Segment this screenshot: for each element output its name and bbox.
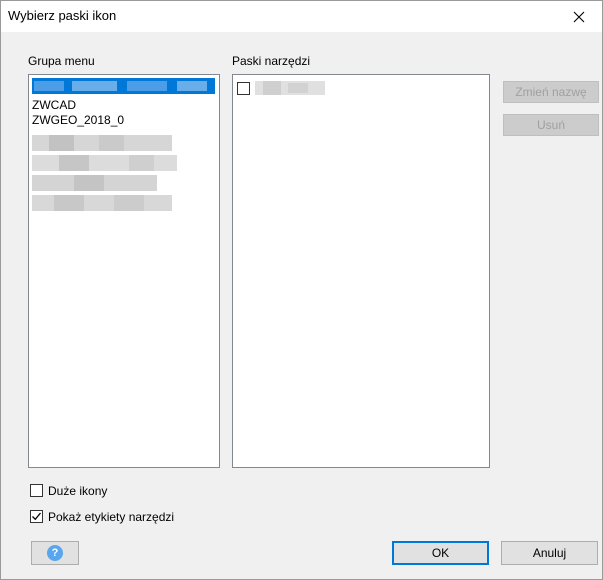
large-icons-checkbox[interactable]: [30, 484, 43, 497]
cancel-button[interactable]: Anuluj: [501, 541, 598, 565]
checkmark-icon: [32, 512, 42, 521]
large-icons-label: Duże ikony: [48, 484, 108, 498]
toolbars-listbox[interactable]: [232, 74, 490, 468]
close-icon: [573, 11, 585, 22]
close-button[interactable]: [556, 1, 602, 32]
delete-button[interactable]: Usuń: [503, 114, 599, 136]
ok-button[interactable]: OK: [392, 541, 489, 565]
list-item-selected-redacted[interactable]: [32, 78, 215, 94]
help-button[interactable]: ?: [31, 541, 79, 565]
toolbars-label: Paski narzędzi: [232, 54, 311, 68]
show-labels-label: Pokaż etykiety narzędzi: [48, 510, 175, 524]
list-item[interactable]: ZWGEO_2018_0: [32, 113, 124, 127]
dialog-title: Wybierz paski ikon: [8, 8, 117, 23]
choose-toolbars-dialog: Wybierz paski ikon Grupa menu ZWCAD ZWGE…: [0, 0, 603, 580]
title-bar: Wybierz paski ikon: [1, 1, 602, 32]
menu-group-label: Grupa menu: [28, 54, 95, 68]
show-labels-checkbox[interactable]: [30, 510, 43, 523]
help-icon: ?: [47, 545, 63, 561]
menu-group-listbox[interactable]: ZWCAD ZWGEO_2018_0: [28, 74, 220, 468]
toolbar-checkbox[interactable]: [237, 82, 250, 95]
rename-button[interactable]: Zmień nazwę: [503, 81, 599, 103]
list-item[interactable]: ZWCAD: [32, 98, 76, 112]
